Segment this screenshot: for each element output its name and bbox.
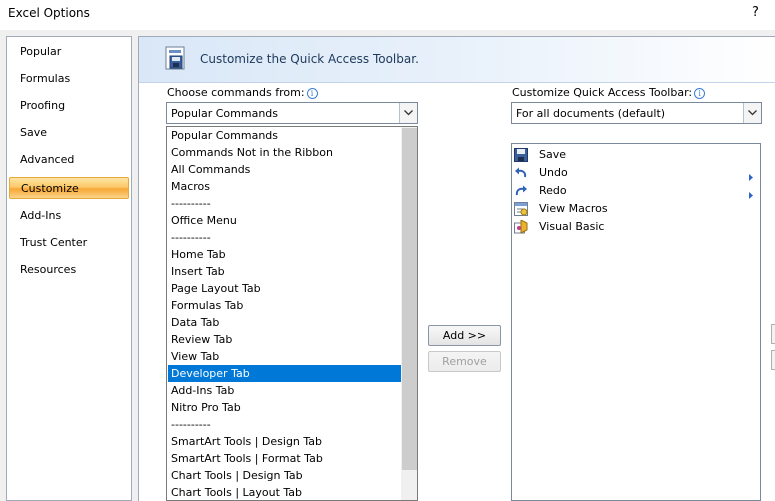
qat-scope-combo[interactable]: For all documents (default) — [511, 102, 762, 124]
qat-item-redo[interactable]: Redo — [512, 182, 760, 200]
nav-item-advanced[interactable]: Advanced — [7, 149, 131, 171]
qat-item-save[interactable]: Save — [512, 146, 760, 164]
nav-item-formulas[interactable]: Formulas — [7, 68, 131, 90]
panel-title: Customize the Quick Access Toolbar. — [200, 52, 419, 66]
nav-item-trust-center[interactable]: Trust Center — [7, 232, 131, 254]
dropdown-option[interactable]: View Tab — [168, 348, 401, 365]
nav-item-proofing[interactable]: Proofing — [7, 95, 131, 117]
nav-item-add-ins[interactable]: Add-Ins — [7, 205, 131, 227]
qat-command-list[interactable]: Save Undo Redo View Macros Visual Basic — [511, 143, 761, 501]
choose-commands-combo[interactable]: Popular Commands — [166, 102, 418, 124]
options-nav: Popular Formulas Proofing Save Advanced … — [6, 36, 132, 501]
nav-item-save[interactable]: Save — [7, 122, 131, 144]
choose-commands-label: Choose commands from: i — [167, 86, 318, 99]
dropdown-option[interactable]: Nitro Pro Tab — [168, 399, 401, 416]
dropdown-separator: ---------- — [171, 418, 211, 431]
dropdown-option[interactable]: Page Layout Tab — [168, 280, 401, 297]
qat-item-view-macros[interactable]: View Macros — [512, 200, 760, 218]
qat-scope-value: For all documents (default) — [516, 107, 666, 120]
qat-item-undo[interactable]: Undo — [512, 164, 760, 182]
nav-item-resources[interactable]: Resources — [7, 259, 131, 281]
dropdown-separator: ---------- — [171, 197, 211, 210]
panel-header: Customize the Quick Access Toolbar. — [139, 37, 775, 83]
dropdown-option[interactable]: Office Menu — [168, 212, 401, 229]
window-title: Excel Options — [8, 6, 90, 20]
chevron-down-icon[interactable] — [743, 103, 761, 123]
dropdown-option[interactable]: All Commands — [168, 161, 401, 178]
dropdown-option[interactable]: SmartArt Tools | Design Tab — [168, 433, 401, 450]
dropdown-option[interactable]: Data Tab — [168, 314, 401, 331]
dropdown-option[interactable]: Commands Not in the Ribbon — [168, 144, 401, 161]
dropdown-scrollbar[interactable] — [401, 127, 417, 500]
save-icon — [514, 148, 528, 162]
dropdown-option[interactable]: Review Tab — [168, 331, 401, 348]
remove-button[interactable]: Remove — [428, 351, 501, 372]
choose-commands-dropdown[interactable]: Popular Commands Commands Not in the Rib… — [166, 126, 418, 501]
help-button[interactable]: ? — [752, 5, 759, 20]
undo-icon — [514, 166, 528, 180]
dropdown-option[interactable]: Formulas Tab — [168, 297, 401, 314]
dropdown-separator: ---------- — [171, 231, 211, 244]
dropdown-option[interactable]: Add-Ins Tab — [168, 382, 401, 399]
add-button[interactable]: Add >> — [428, 325, 501, 346]
move-down-button-edge[interactable] — [771, 350, 775, 370]
nav-item-popular[interactable]: Popular — [7, 41, 131, 63]
nav-item-customize[interactable]: Customize — [9, 177, 129, 199]
info-icon: i — [306, 88, 318, 99]
dropdown-option[interactable]: Chart Tools | Layout Tab — [168, 484, 401, 500]
dropdown-option[interactable]: Popular Commands — [168, 127, 401, 144]
dropdown-option[interactable]: Insert Tab — [168, 263, 401, 280]
redo-icon — [514, 184, 528, 198]
customize-qat-icon — [165, 46, 187, 72]
chevron-down-icon[interactable] — [399, 103, 417, 123]
dropdown-option[interactable]: Home Tab — [168, 246, 401, 263]
choose-commands-value: Popular Commands — [171, 107, 279, 120]
info-icon: i — [694, 88, 706, 99]
qat-item-visual-basic[interactable]: Visual Basic — [512, 218, 760, 236]
dropdown-option[interactable]: Chart Tools | Design Tab — [168, 467, 401, 484]
move-up-button-edge[interactable] — [771, 324, 775, 344]
visual-basic-icon — [514, 219, 528, 234]
dropdown-option[interactable]: Macros — [168, 178, 401, 195]
dropdown-option-selected[interactable]: Developer Tab — [168, 365, 401, 382]
view-macros-icon — [514, 202, 528, 216]
customize-qat-label: Customize Quick Access Toolbar: i — [512, 86, 706, 99]
dropdown-option[interactable]: SmartArt Tools | Format Tab — [168, 450, 401, 467]
title-bar: Excel Options ? — [0, 0, 775, 30]
scrollbar-thumb[interactable] — [402, 128, 417, 470]
